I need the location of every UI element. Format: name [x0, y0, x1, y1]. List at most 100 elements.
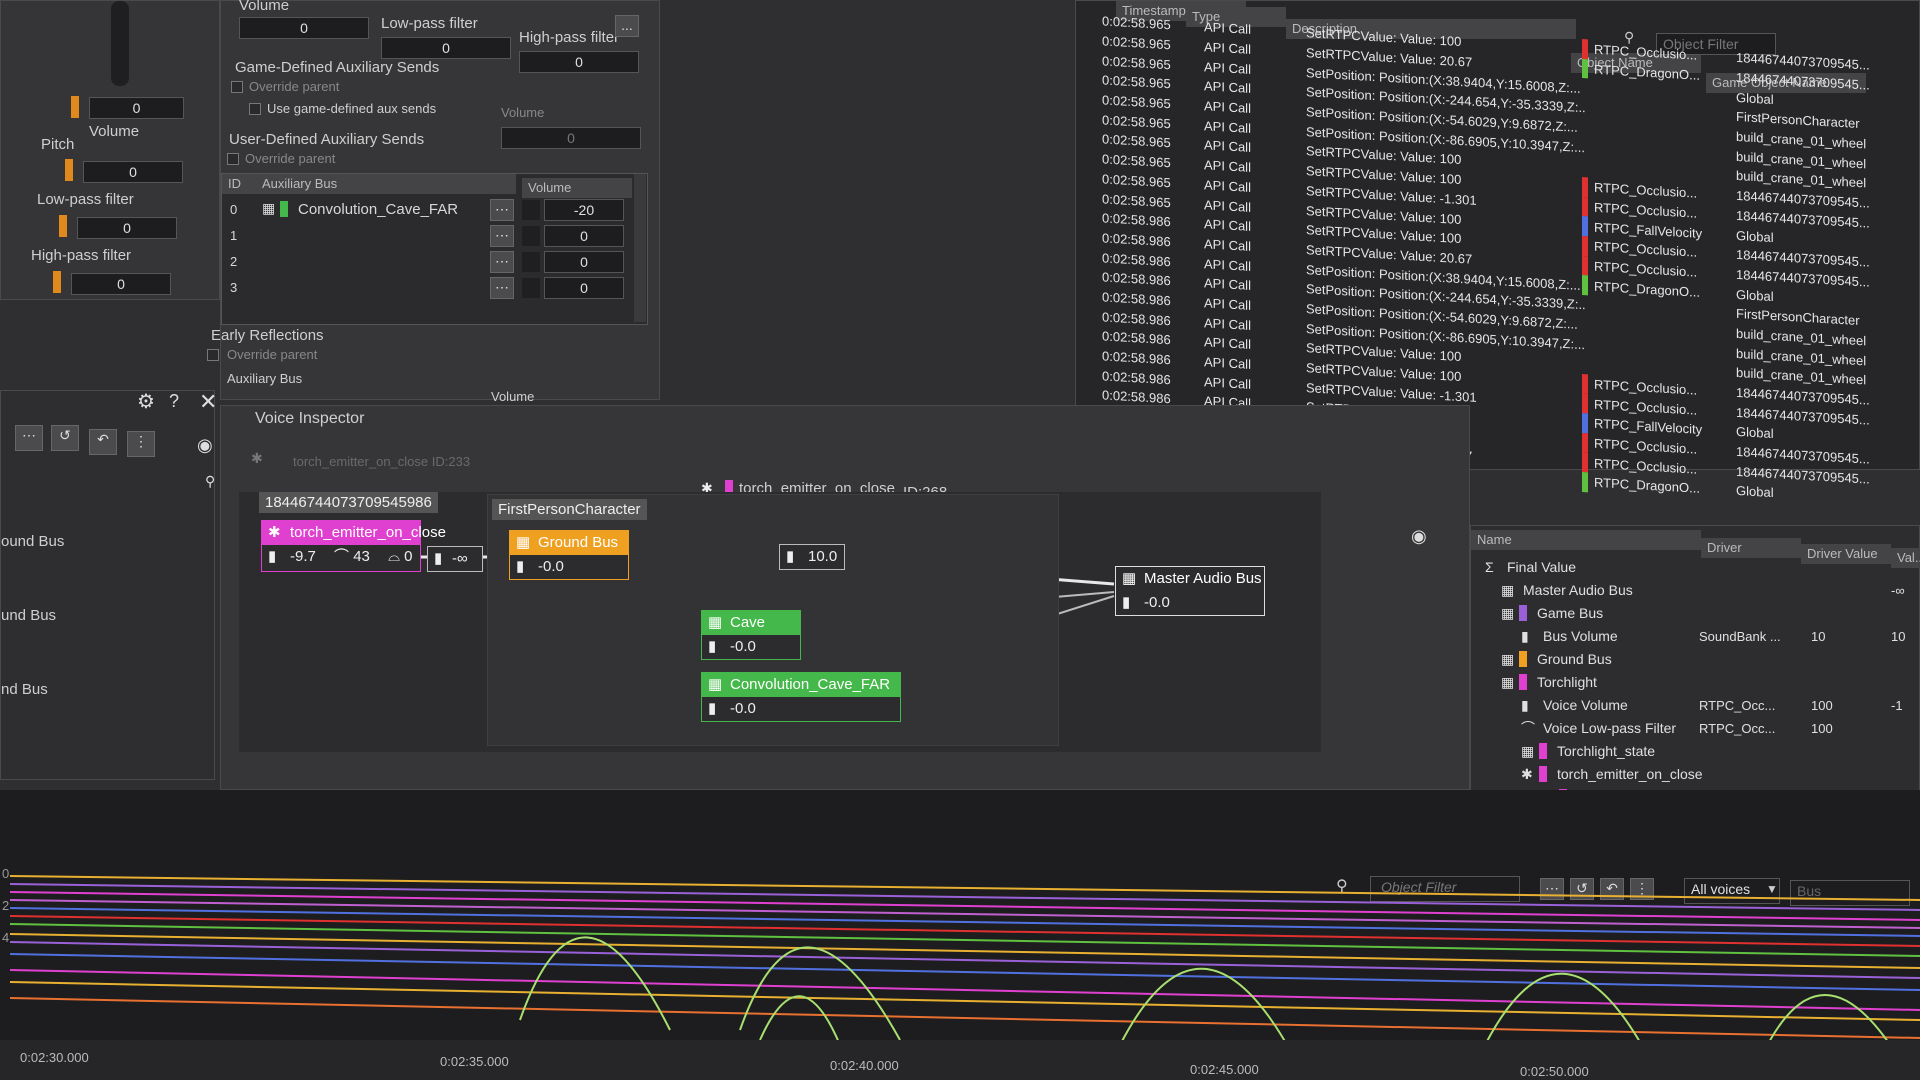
gd-volume-field[interactable]: 0: [501, 127, 641, 149]
master-bus-volume: -0.0: [1144, 594, 1170, 611]
aux-row-volume-slider[interactable]: [522, 226, 540, 246]
er-override-checkbox[interactable]: [207, 349, 219, 361]
tree-header-name[interactable]: Name: [1471, 530, 1701, 550]
more-button[interactable]: ...: [615, 15, 639, 37]
tree-row[interactable]: ⌒ Voice Low-pass Filter RTPC_Occ... 100: [1471, 717, 1920, 739]
bus-list-item-1[interactable]: ound Bus: [1, 533, 64, 550]
top-value-field[interactable]: 0: [89, 97, 184, 119]
close-icon[interactable]: ✕: [199, 389, 217, 415]
aux-row-volume[interactable]: 0: [544, 225, 624, 247]
prop-highpass-field[interactable]: 0: [519, 51, 639, 73]
tree-node-icon: Σ: [1485, 559, 1494, 575]
tree-row-label: Torchlight: [1537, 674, 1597, 690]
prop-volume-field[interactable]: 0: [239, 17, 369, 39]
tree-row-label: Master Audio Bus: [1523, 582, 1633, 598]
aux-table-row[interactable]: 0 ▦ Convolution_Cave_FAR ⋯ -20: [222, 198, 632, 222]
tree-row[interactable]: ▦ Ground Bus: [1471, 648, 1920, 670]
lowpass-meter: [59, 215, 67, 237]
early-reflections-title: Early Reflections: [211, 327, 324, 344]
cave-icon: ▦: [708, 614, 723, 631]
tree-row[interactable]: ✱ torch_emitter_on_close: [1471, 763, 1920, 785]
tree-header-driver[interactable]: Driver: [1701, 538, 1801, 558]
prop-lowpass-field[interactable]: 0: [381, 37, 511, 59]
aux-col-volume: Volume: [522, 178, 632, 198]
emitter-hpf-icon: ⌓: [388, 548, 400, 565]
emitter-volume: -9.7: [290, 548, 316, 565]
emitter-out-volume-icon: ▮: [434, 550, 443, 567]
aux-row-browse-button[interactable]: ⋯: [490, 199, 514, 221]
settings-gear-icon[interactable]: ⚙: [137, 389, 155, 414]
link-10-volume-icon: ▮: [786, 548, 795, 565]
gd-override-label: Override parent: [249, 79, 340, 94]
gd-volume-label: Volume: [501, 105, 545, 120]
tree-color-swatch: [1519, 605, 1527, 621]
emitter-lpf-icon: ⌒: [334, 548, 350, 565]
tree-row[interactable]: ▮ Voice Volume RTPC_Occ... 100 -1: [1471, 694, 1920, 716]
tree-row-label: Final Value: [1507, 559, 1577, 575]
aux-sends-panel: Volume 0 Low-pass filter 0 High-pass fil…: [207, 0, 660, 404]
aux-row-volume[interactable]: 0: [544, 277, 624, 299]
aux-table-row[interactable]: 1 ⋯ 0: [222, 224, 632, 248]
cave-volume: -0.0: [730, 638, 756, 655]
aux-row-browse-button[interactable]: ⋯: [490, 277, 514, 299]
aux-row-browse-button[interactable]: ⋯: [490, 225, 514, 247]
bus-list-search-icon[interactable]: ⚲: [205, 473, 215, 490]
aux-table-row[interactable]: 3 ⋯ 0: [222, 276, 632, 300]
ground-bus-node[interactable]: ▦ Ground Bus ▮ -0.0: [509, 530, 629, 580]
pitch-field[interactable]: 0: [83, 161, 183, 183]
use-gd-aux-checkbox[interactable]: [249, 103, 261, 115]
aux-row-volume-slider[interactable]: [522, 278, 540, 298]
pitch-label: Pitch: [41, 136, 75, 153]
aux-row-browse-button[interactable]: ⋯: [490, 251, 514, 273]
aux-table-row[interactable]: 2 ⋯ 0: [222, 250, 632, 274]
volume-slider-track[interactable]: [111, 1, 129, 86]
gd-override-checkbox[interactable]: [231, 81, 243, 93]
eye-icon[interactable]: ◉: [197, 435, 213, 456]
conv-cave-node[interactable]: ▦ Convolution_Cave_FAR ▮ -0.0: [701, 672, 901, 722]
bus-icon: ▦: [262, 200, 276, 216]
left-lowpass-field[interactable]: 0: [77, 217, 177, 239]
ud-override-checkbox[interactable]: [227, 153, 239, 165]
ground-bus-name: Ground Bus: [538, 534, 619, 551]
aux-row-volume[interactable]: 0: [544, 251, 624, 273]
emitter-out-value: -∞: [452, 550, 468, 567]
emitter-name: torch_emitter_on_close: [290, 524, 446, 541]
aux-row-volume-slider[interactable]: [522, 200, 540, 220]
aux-row-volume-slider[interactable]: [522, 252, 540, 272]
emitter-out-node[interactable]: ▮ -∞: [427, 546, 483, 572]
left-props-panel: 0 Volume Pitch 0 Low-pass filter 0 High-…: [0, 0, 220, 300]
tree-row-value: -1: [1891, 698, 1903, 713]
bus-list-item-2[interactable]: und Bus: [1, 607, 56, 624]
tree-row[interactable]: ▦ Torchlight: [1471, 671, 1920, 693]
time-label-2: 0:02:40.000: [830, 1058, 899, 1073]
capture-log-panel: Timestamp Type Description Object Name G…: [1075, 0, 1920, 501]
time-label-4: 0:02:50.000: [1520, 1064, 1589, 1079]
emitter-node[interactable]: ✱ torch_emitter_on_close ▮ -9.7 ⌒ 43 ⌓ 0: [261, 520, 446, 572]
aux-row-volume[interactable]: -20: [544, 199, 624, 221]
bus-list-more-button[interactable]: ⋯: [15, 425, 43, 451]
graph-eye-icon[interactable]: ◉: [1411, 526, 1427, 547]
link-10-node[interactable]: ▮ 10.0: [779, 544, 845, 570]
tree-row[interactable]: ▦ Master Audio Bus -∞: [1471, 579, 1920, 601]
aux-col-bus: Auxiliary Bus: [256, 174, 516, 194]
use-gd-aux-label: Use game-defined aux sends: [267, 101, 437, 116]
tree-node-icon: ▦: [1501, 651, 1515, 667]
aux-scrollbar[interactable]: [634, 174, 646, 322]
cave-node[interactable]: ▦ Cave ▮ -0.0: [701, 610, 801, 660]
bus-list-sync-icon[interactable]: ↺: [51, 425, 79, 451]
faded-voice-label[interactable]: torch_emitter_on_close ID:233: [293, 454, 470, 469]
help-icon[interactable]: ?: [169, 391, 179, 412]
tree-row[interactable]: ▦ Torchlight_state: [1471, 740, 1920, 762]
bus-list-options-icon[interactable]: ⋮: [127, 431, 155, 457]
tree-row[interactable]: Σ Final Value: [1471, 556, 1920, 578]
time-label-3: 0:02:45.000: [1190, 1062, 1259, 1077]
tree-row[interactable]: ▦ Game Bus: [1471, 602, 1920, 624]
tree-row[interactable]: ▮ Bus Volume SoundBank ... 10 10: [1471, 625, 1920, 647]
left-highpass-field[interactable]: 0: [71, 273, 171, 295]
aux-table: ID Auxiliary Bus Volume 0 ▦ Convolution_Ca…: [221, 173, 648, 325]
bus-list-undo-icon[interactable]: ↶: [89, 429, 117, 455]
bus-list-item-3[interactable]: nd Bus: [1, 681, 48, 698]
tree-color-swatch: [1519, 674, 1527, 690]
master-audio-bus-node[interactable]: ▦ Master Audio Bus ▮ -0.0: [1115, 566, 1265, 616]
timeline-panel: ⚲ Object Filter ⋯ ↺ ↶ ⋮ All voices ▼ Bus…: [0, 790, 1920, 1080]
